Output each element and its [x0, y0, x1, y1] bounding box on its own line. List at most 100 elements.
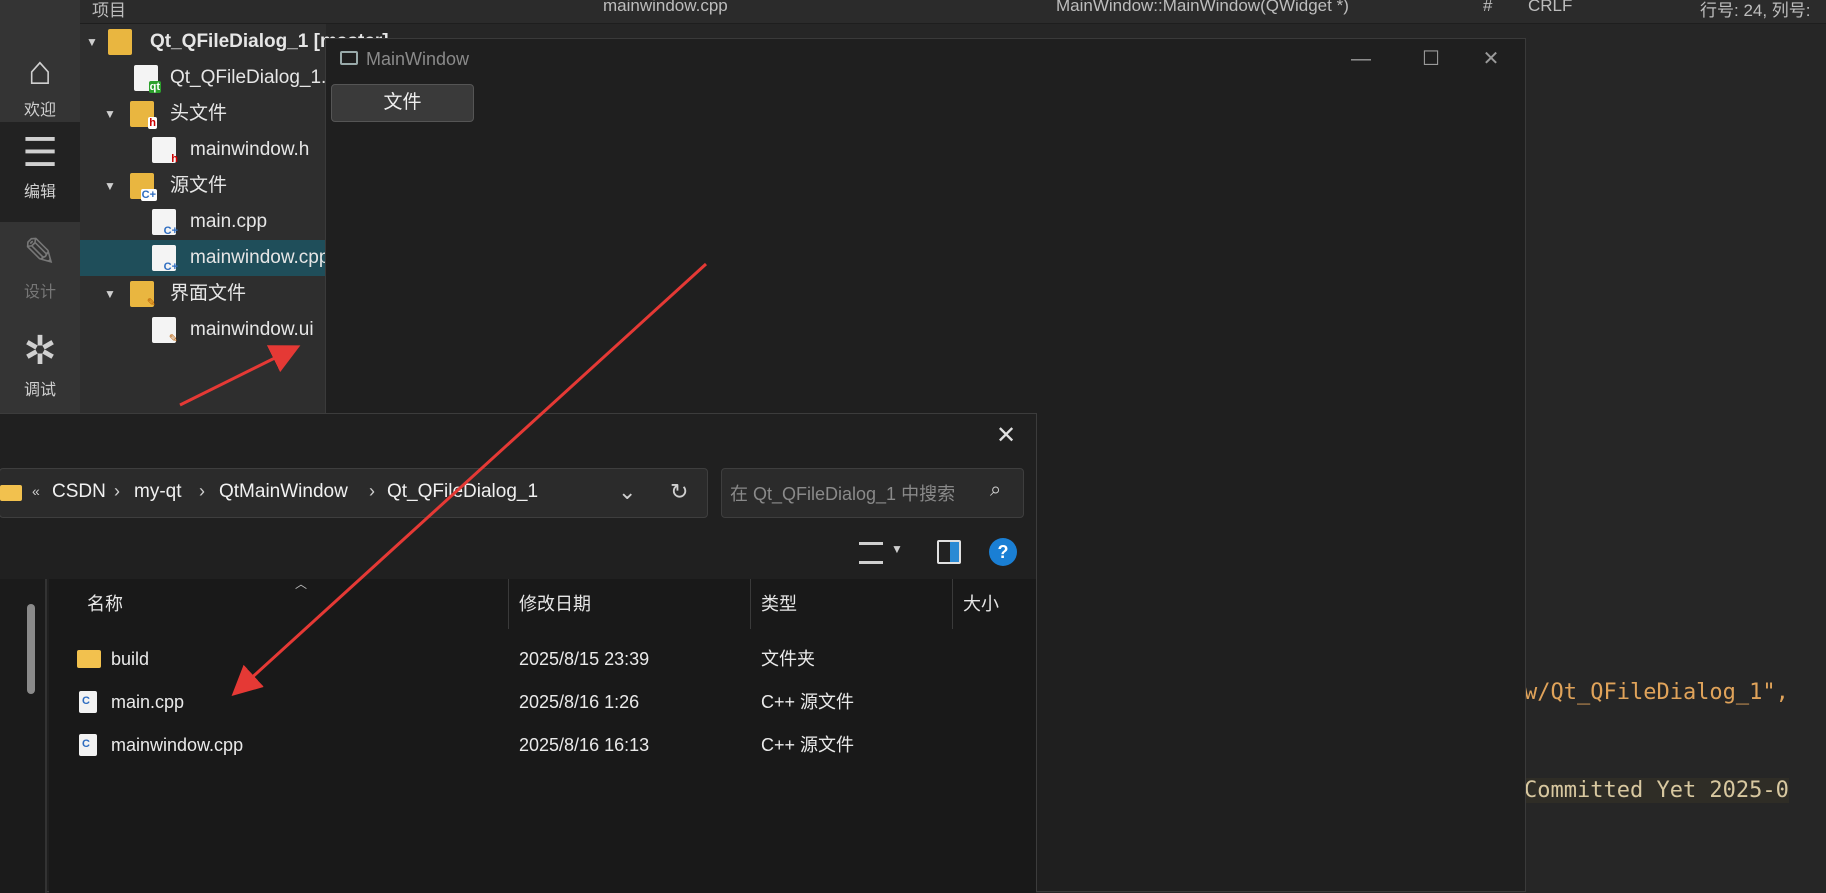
chevron-down-icon[interactable]: ▼	[891, 542, 903, 556]
sources-folder-icon: C+	[130, 173, 157, 201]
navigation-pane[interactable]	[0, 579, 47, 893]
chevron-down-icon[interactable]: ▼	[104, 168, 116, 204]
tree-item-main-cpp[interactable]: C+ main.cpp	[80, 204, 326, 240]
tree-item-forms[interactable]: ▼ ✎ 界面文件	[80, 276, 326, 312]
view-list-icon[interactable]	[859, 542, 883, 564]
help-icon[interactable]: ?	[989, 538, 1017, 566]
dialog-close-button[interactable]: ✕	[981, 416, 1031, 456]
folder-icon	[77, 650, 101, 668]
tree-label: mainwindow.h	[190, 139, 310, 160]
mode-label: 欢迎	[23, 102, 56, 119]
tree-item-sources[interactable]: ▼ C+ 源文件	[80, 168, 326, 204]
file-list: ︿ 名称 修改日期 类型 大小 build 2025/8/15 23:39 文件…	[49, 577, 1036, 893]
column-header-size[interactable]: 大小	[953, 579, 1033, 629]
cpp-file-icon: C+	[152, 245, 178, 273]
line-ending-indicator[interactable]: CRLF	[1528, 0, 1572, 16]
code-line-string: w/Qt_QFileDialog_1",	[1524, 680, 1789, 705]
mode-debug[interactable]: ✲ 调试	[0, 320, 80, 420]
cursor-position: 行号: 24, 列号:	[1700, 1, 1811, 20]
header-file-icon: h	[152, 137, 178, 165]
tree-item-header-file[interactable]: h mainwindow.h	[80, 132, 326, 168]
file-modified: 2025/8/15 23:39	[519, 649, 650, 669]
code-line-blame: Committed Yet 2025-0	[1524, 778, 1789, 803]
tree-label: mainwindow.cpp	[190, 247, 330, 268]
mode-label: 设计	[23, 284, 56, 301]
folder-icon	[0, 485, 22, 501]
file-row-main-cpp[interactable]: main.cpp 2025/8/16 1:26 C++ 源文件	[69, 682, 1029, 722]
file-name: build	[111, 649, 150, 669]
close-button[interactable]: ✕	[1456, 39, 1526, 79]
file-modified: 2025/8/16 1:26	[519, 692, 640, 712]
file-type: C++ 源文件	[761, 692, 855, 712]
address-bar[interactable]: « CSDN › my-qt › QtMainWindow › Qt_QFile…	[0, 468, 708, 518]
open-file-selector[interactable]: mainwindow.cpp	[603, 0, 728, 16]
ui-file-icon: ✎	[152, 317, 178, 345]
tree-item-pro-file[interactable]: qt Qt_QFileDialog_1.pro	[80, 60, 354, 96]
tree-item-ui-file[interactable]: ✎ mainwindow.ui	[80, 312, 326, 348]
tree-label: 界面文件	[170, 283, 247, 304]
tree-label: 源文件	[170, 175, 228, 196]
file-modified: 2025/8/16 16:13	[519, 735, 650, 755]
mode-edit[interactable]: ☰ 编辑	[0, 122, 80, 222]
file-name: main.cpp	[111, 692, 185, 712]
cpp-file-icon: C+	[152, 209, 178, 237]
tree-item-project[interactable]: ▼ Qt_QFileDialog_1 [master]	[80, 24, 389, 60]
app-window-icon	[340, 51, 358, 65]
file-open-dialog: ✕ « CSDN › my-qt › QtMainWindow › Qt_QFi…	[0, 413, 1037, 893]
symbol-selector[interactable]: MainWindow::MainWindow(QWidget *)	[1056, 0, 1349, 16]
main-window-titlebar[interactable]: MainWindow — ☐ ✕	[326, 39, 1525, 79]
chevron-down-icon[interactable]: ▼	[86, 24, 98, 60]
window-title: MainWindow	[366, 49, 470, 69]
search-icon[interactable]: ⌕	[990, 479, 1001, 502]
debug-icon: ✲	[23, 329, 57, 373]
file-row-mainwindow-cpp[interactable]: mainwindow.cpp 2025/8/16 16:13 C++ 源文件	[69, 725, 1029, 765]
cpp-file-icon	[79, 691, 97, 713]
mode-design[interactable]: ✎ 设计	[0, 222, 80, 322]
search-input[interactable]	[730, 481, 980, 507]
file-type: 文件夹	[761, 649, 815, 669]
column-header-type[interactable]: 类型	[751, 579, 953, 629]
preview-pane-icon[interactable]	[937, 540, 961, 564]
breadcrumb-item[interactable]: my-qt	[134, 481, 182, 503]
mode-label: 编辑	[23, 184, 56, 201]
chevron-right-icon[interactable]: ›	[199, 481, 205, 502]
mode-label: 调试	[23, 382, 56, 399]
column-header-name[interactable]: 名称	[77, 579, 509, 629]
cpp-file-icon	[79, 734, 97, 756]
dialog-toolbar: ▼ ?	[0, 532, 1036, 576]
forms-folder-icon: ✎	[130, 281, 156, 309]
tree-label: mainwindow.ui	[190, 319, 314, 340]
qt-top-toolbar: 项目 mainwindow.cpp MainWindow::MainWindow…	[0, 0, 1826, 24]
breadcrumb-item[interactable]: CSDN	[52, 481, 106, 503]
chevron-down-icon[interactable]: ▼	[104, 96, 116, 132]
file-row-build[interactable]: build 2025/8/15 23:39 文件夹	[69, 639, 1029, 679]
home-icon: ⌂	[27, 49, 53, 93]
tree-item-headers[interactable]: ▼ h 头文件	[80, 96, 326, 132]
tree-item-mainwindow-cpp[interactable]: C+ mainwindow.cpp	[80, 240, 330, 276]
project-folder-icon	[108, 29, 132, 55]
breadcrumb-item[interactable]: QtMainWindow	[219, 481, 348, 503]
search-box: ⌕	[721, 468, 1024, 518]
hash-indicator: #	[1483, 0, 1493, 15]
project-selector-label[interactable]: 项目	[92, 0, 126, 21]
file-type: C++ 源文件	[761, 735, 855, 755]
chevron-right-icon[interactable]: ›	[114, 481, 120, 502]
tree-label: 头文件	[170, 103, 228, 124]
tree-label: main.cpp	[190, 211, 268, 232]
column-header-modified[interactable]: 修改日期	[509, 579, 751, 629]
chevron-down-icon[interactable]: ⌄	[618, 479, 636, 505]
overflow-chevron-icon[interactable]: «	[32, 483, 40, 499]
file-button[interactable]: 文件	[331, 84, 474, 122]
chevron-right-icon[interactable]: ›	[369, 481, 375, 502]
navigation-scrollbar[interactable]	[27, 604, 35, 694]
file-name: mainwindow.cpp	[111, 735, 244, 755]
breadcrumb-item[interactable]: Qt_QFileDialog_1	[387, 481, 538, 503]
chevron-down-icon[interactable]: ▼	[104, 276, 116, 312]
pro-file-icon: qt	[134, 65, 161, 93]
refresh-icon[interactable]: ↻	[670, 479, 688, 505]
headers-folder-icon: h	[130, 101, 157, 129]
minimize-button[interactable]: —	[1326, 39, 1396, 79]
design-icon: ✎	[23, 231, 57, 275]
code-editor[interactable]: w/Qt_QFileDialog_1", Committed Yet 2025-…	[1524, 24, 1826, 892]
edit-icon: ☰	[22, 131, 58, 175]
